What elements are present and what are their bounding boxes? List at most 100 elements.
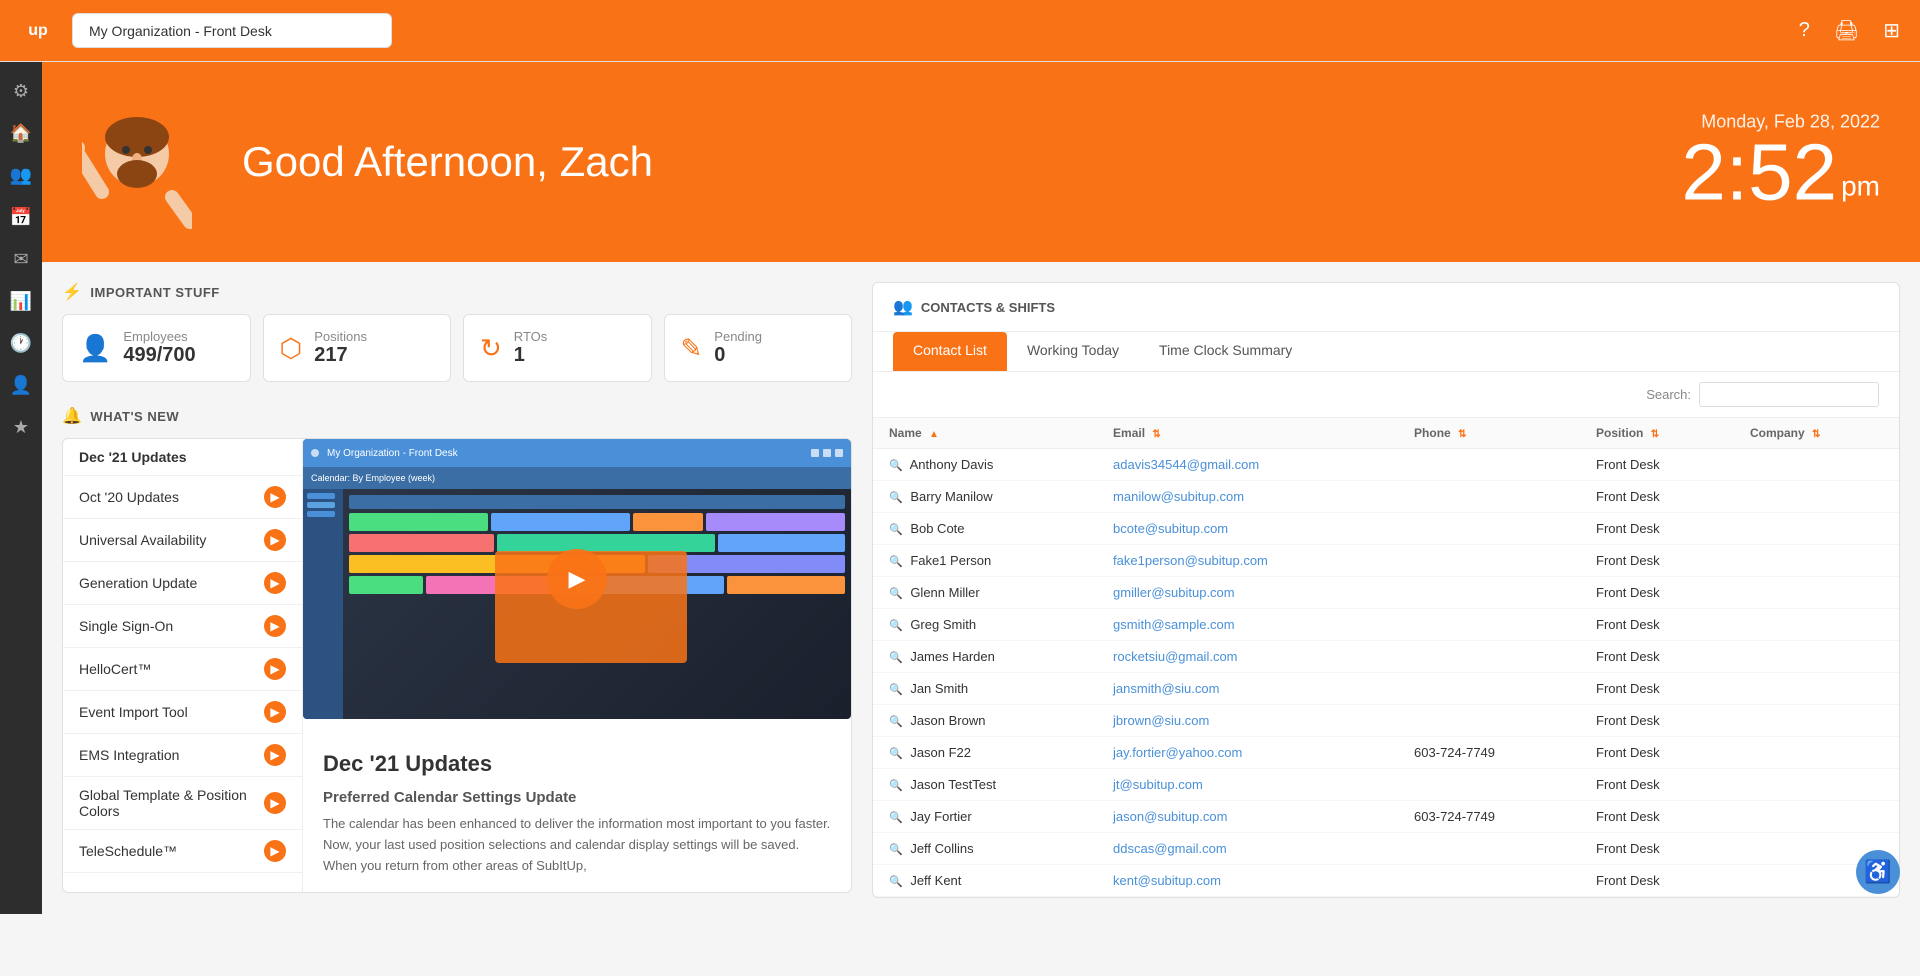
email-link[interactable]: jansmith@siu.com	[1113, 681, 1219, 696]
sidebar-item-team[interactable]: 👥	[0, 154, 42, 196]
table-row[interactable]: 🔍 Jeff Kent kent@subitup.com Front Desk	[873, 865, 1899, 897]
tab-contact-list[interactable]: Contact List	[893, 332, 1007, 371]
news-item-oct20[interactable]: Oct '20 Updates ▶	[63, 476, 302, 519]
cell-name: 🔍 Anthony Davis	[873, 449, 1097, 481]
logo[interactable]: up	[20, 13, 56, 49]
email-link[interactable]: bcote@subitup.com	[1113, 521, 1228, 536]
topbar-icon	[823, 449, 831, 457]
col-position[interactable]: Position ⇅	[1580, 418, 1734, 449]
row-search-icon: 🔍	[889, 812, 903, 824]
col-name[interactable]: Name ▲	[873, 418, 1097, 449]
cell-name: 🔍 Jeff Collins	[873, 833, 1097, 865]
sidebar-item-person[interactable]: 👤	[0, 364, 42, 406]
col-company[interactable]: Company ⇅	[1734, 418, 1899, 449]
table-row[interactable]: 🔍 Anthony Davis adavis34544@gmail.com Fr…	[873, 449, 1899, 481]
stat-positions[interactable]: ⬡ Positions 217	[263, 314, 452, 382]
tab-time-clock[interactable]: Time Clock Summary	[1139, 332, 1312, 371]
tab-working-today[interactable]: Working Today	[1007, 332, 1139, 371]
news-item-event-import[interactable]: Event Import Tool ▶	[63, 691, 302, 734]
row-search-icon: 🔍	[889, 748, 903, 760]
email-link[interactable]: ddscas@gmail.com	[1113, 841, 1227, 856]
row-search-icon: 🔍	[889, 652, 903, 664]
cell-email: manilow@subitup.com	[1097, 481, 1398, 513]
email-link[interactable]: fake1person@subitup.com	[1113, 553, 1268, 568]
greeting-text: Good Afternoon, Zach	[242, 138, 653, 186]
sidebar-item-mail[interactable]: ✉	[0, 238, 42, 280]
table-row[interactable]: 🔍 Jason F22 jay.fortier@yahoo.com 603-72…	[873, 737, 1899, 769]
news-item-sso[interactable]: Single Sign-On ▶	[63, 605, 302, 648]
email-link[interactable]: jason@subitup.com	[1113, 809, 1227, 824]
employees-label: Employees	[123, 329, 195, 344]
calendar-header	[349, 495, 845, 509]
col-email[interactable]: Email ⇅	[1097, 418, 1398, 449]
sidebar-item-settings[interactable]: ⚙	[0, 70, 42, 112]
table-row[interactable]: 🔍 Greg Smith gsmith@sample.com Front Des…	[873, 609, 1899, 641]
cell-company	[1734, 801, 1899, 833]
apps-icon[interactable]: ⊞	[1883, 18, 1900, 43]
news-item-teleschedule[interactable]: TeleSchedule™ ▶	[63, 830, 302, 873]
video-play-button[interactable]: ▶	[547, 549, 607, 609]
table-row[interactable]: 🔍 Jason TestTest jt@subitup.com Front De…	[873, 769, 1899, 801]
stat-employees[interactable]: 👤 Employees 499/700	[62, 314, 251, 382]
sidebar-item-clock[interactable]: 🕐	[0, 322, 42, 364]
video-thumbnail[interactable]: My Organization - Front Desk Calendar: B…	[303, 439, 851, 719]
cell-company	[1734, 449, 1899, 481]
right-column: 👥 CONTACTS & SHIFTS Contact List Working…	[872, 282, 1900, 898]
email-link[interactable]: gsmith@sample.com	[1113, 617, 1235, 632]
email-link[interactable]: jay.fortier@yahoo.com	[1113, 745, 1242, 760]
table-row[interactable]: 🔍 Jason Brown jbrown@siu.com Front Desk	[873, 705, 1899, 737]
email-link[interactable]: rocketsiu@gmail.com	[1113, 649, 1237, 664]
email-link[interactable]: manilow@subitup.com	[1113, 489, 1244, 504]
table-row[interactable]: 🔍 James Harden rocketsiu@gmail.com Front…	[873, 641, 1899, 673]
news-item-hellocert[interactable]: HelloCert™ ▶	[63, 648, 302, 691]
col-phone[interactable]: Phone ⇅	[1398, 418, 1580, 449]
stat-employees-info: Employees 499/700	[123, 329, 195, 367]
email-link[interactable]: jt@subitup.com	[1113, 777, 1203, 792]
news-item-global-template[interactable]: Global Template & Position Colors ▶	[63, 777, 302, 830]
arrow-icon: ▶	[264, 840, 286, 862]
cell-email: gsmith@sample.com	[1097, 609, 1398, 641]
sidebar-item-calendar[interactable]: 📅	[0, 196, 42, 238]
accessibility-button[interactable]: ♿	[1856, 850, 1900, 894]
news-item-universal[interactable]: Universal Availability ▶	[63, 519, 302, 562]
news-item-ems[interactable]: EMS Integration ▶	[63, 734, 302, 777]
cell-phone	[1398, 609, 1580, 641]
pending-value: 0	[714, 344, 762, 367]
table-row[interactable]: 🔍 Barry Manilow manilow@subitup.com Fron…	[873, 481, 1899, 513]
news-item-label: Generation Update	[79, 575, 264, 591]
table-row[interactable]: 🔍 Jan Smith jansmith@siu.com Front Desk	[873, 673, 1899, 705]
table-row[interactable]: 🔍 Jeff Collins ddscas@gmail.com Front De…	[873, 833, 1899, 865]
contacts-table-wrapper: Name ▲ Email ⇅ Phone ⇅ Position ⇅ Compan…	[873, 418, 1899, 897]
print-icon[interactable]: 🖨	[1834, 18, 1859, 43]
stat-rtos[interactable]: ↻ RTOs 1	[463, 314, 652, 382]
stat-pending[interactable]: ✎ Pending 0	[664, 314, 853, 382]
news-item-generation[interactable]: Generation Update ▶	[63, 562, 302, 605]
row-search-icon: 🔍	[889, 780, 903, 792]
table-row[interactable]: 🔍 Jay Fortier jason@subitup.com 603-724-…	[873, 801, 1899, 833]
org-selector[interactable]: My Organization - Front Desk ▾	[72, 13, 392, 48]
search-input[interactable]	[1699, 382, 1879, 407]
arrow-icon: ▶	[264, 486, 286, 508]
cell-position: Front Desk	[1580, 737, 1734, 769]
arrow-icon: ▶	[264, 529, 286, 551]
table-row[interactable]: 🔍 Bob Cote bcote@subitup.com Front Desk	[873, 513, 1899, 545]
email-link[interactable]: gmiller@subitup.com	[1113, 585, 1235, 600]
email-link[interactable]: jbrown@siu.com	[1113, 713, 1209, 728]
cell-name: 🔍 Glenn Miller	[873, 577, 1097, 609]
contacts-icon: 👥	[893, 297, 913, 317]
sidebar-item-star[interactable]: ★	[0, 406, 42, 448]
sidebar-item-home[interactable]: 🏠	[0, 112, 42, 154]
table-row[interactable]: 🔍 Glenn Miller gmiller@subitup.com Front…	[873, 577, 1899, 609]
email-link[interactable]: kent@subitup.com	[1113, 873, 1221, 888]
cell-phone	[1398, 545, 1580, 577]
help-icon[interactable]: ?	[1799, 19, 1810, 42]
cell-phone	[1398, 833, 1580, 865]
table-row[interactable]: 🔍 Fake1 Person fake1person@subitup.com F…	[873, 545, 1899, 577]
cell-email: gmiller@subitup.com	[1097, 577, 1398, 609]
news-item-dec21[interactable]: Dec '21 Updates	[63, 439, 302, 476]
sidebar-item-chart[interactable]: 📊	[0, 280, 42, 322]
email-link[interactable]: adavis34544@gmail.com	[1113, 457, 1259, 472]
cell-company	[1734, 673, 1899, 705]
sidebar-item-mini	[307, 502, 335, 508]
positions-label: Positions	[314, 329, 367, 344]
